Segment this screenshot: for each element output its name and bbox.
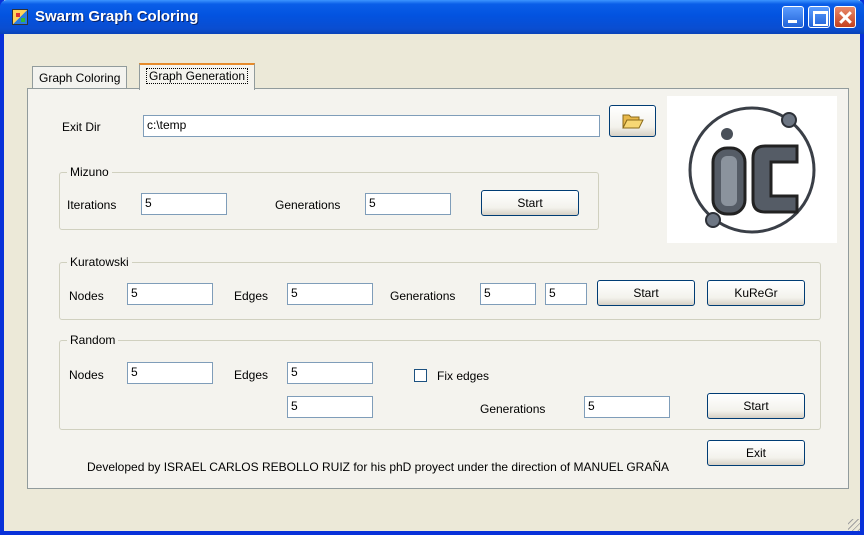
- random-generations-input[interactable]: 5: [584, 396, 670, 418]
- generations-label: Generations: [390, 289, 456, 303]
- folder-open-icon: [621, 114, 644, 129]
- kuratowski-edges-input[interactable]: 5: [287, 283, 373, 305]
- random-start-button[interactable]: Start: [707, 393, 805, 419]
- title-bar[interactable]: Swarm Graph Coloring: [0, 0, 864, 34]
- tab-label: Graph Coloring: [39, 71, 121, 85]
- mizuno-generations-input[interactable]: 5: [365, 193, 451, 215]
- app-icon: [12, 9, 28, 25]
- kuratowski-start-button[interactable]: Start: [597, 280, 695, 306]
- tab-graph-generation[interactable]: Graph Generation: [139, 63, 256, 90]
- kuratowski-generations-input-1[interactable]: 5: [480, 283, 536, 305]
- generations-label: Generations: [275, 198, 341, 212]
- minimize-button[interactable]: [782, 6, 804, 28]
- developer-credit: Developed by ISRAEL CARLOS REBOLLO RUIZ …: [87, 460, 670, 474]
- tab-graph-coloring[interactable]: Graph Coloring: [32, 66, 128, 89]
- iterations-label: Iterations: [67, 198, 117, 212]
- fix-edges-label[interactable]: Fix edges: [437, 369, 489, 383]
- exit-dir-label: Exit Dir: [62, 120, 101, 134]
- fix-edges-checkbox[interactable]: [414, 369, 427, 382]
- window-title: Swarm Graph Coloring: [35, 8, 199, 25]
- browse-folder-button[interactable]: [609, 105, 656, 137]
- kuratowski-nodes-input[interactable]: 5: [127, 283, 213, 305]
- resize-grip[interactable]: [848, 519, 860, 531]
- exit-dir-input[interactable]: c:\temp: [143, 115, 600, 137]
- exit-button[interactable]: Exit: [707, 440, 805, 466]
- mizuno-iterations-input[interactable]: 5: [141, 193, 227, 215]
- maximize-button[interactable]: [808, 6, 830, 28]
- random-edges-input-1[interactable]: 5: [287, 362, 373, 384]
- random-nodes-input[interactable]: 5: [127, 362, 213, 384]
- edges-label: Edges: [234, 368, 269, 382]
- kuregr-button[interactable]: KuReGr: [707, 280, 805, 306]
- edges-label: Edges: [234, 289, 269, 303]
- nodes-label: Nodes: [69, 289, 104, 303]
- random-edges-input-2[interactable]: 5: [287, 396, 373, 418]
- generations-label: Generations: [480, 402, 546, 416]
- kuratowski-legend: Kuratowski: [67, 255, 132, 269]
- tab-label: Graph Generation: [146, 68, 249, 84]
- random-legend: Random: [67, 333, 119, 347]
- mizuno-start-button[interactable]: Start: [481, 190, 579, 216]
- ic-logo: [667, 96, 837, 243]
- close-button[interactable]: [834, 6, 856, 28]
- nodes-label: Nodes: [69, 368, 104, 382]
- kuratowski-generations-input-2[interactable]: 5: [545, 283, 587, 305]
- mizuno-legend: Mizuno: [67, 165, 112, 179]
